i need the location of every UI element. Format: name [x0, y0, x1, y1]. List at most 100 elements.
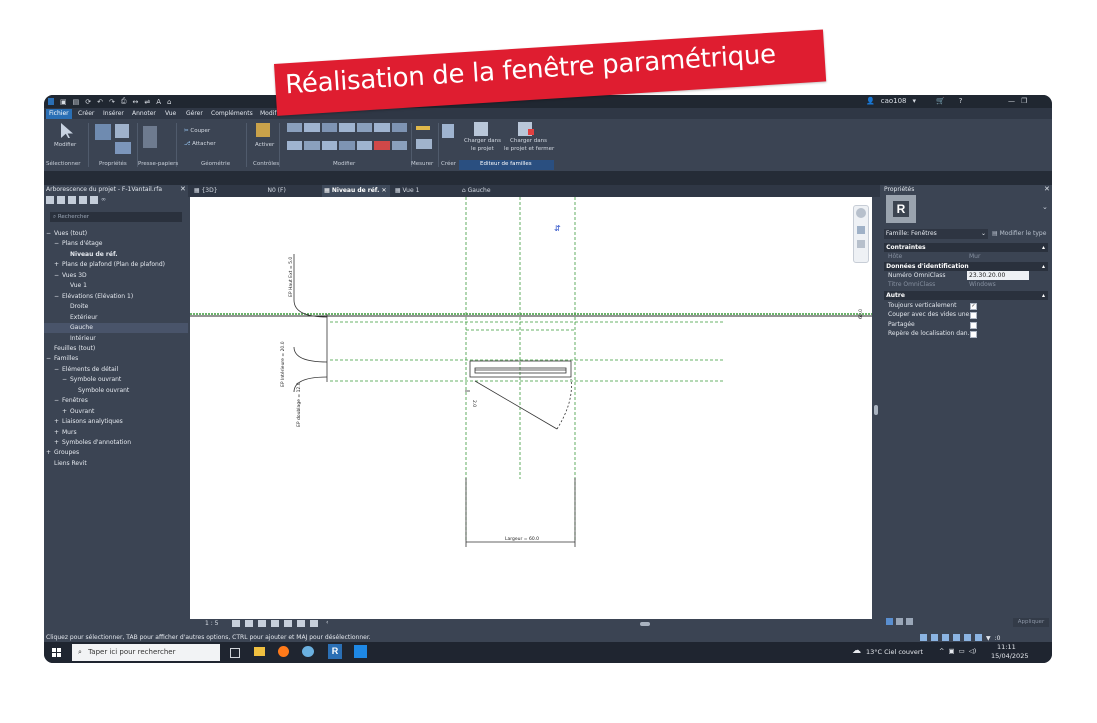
chevron-up-icon[interactable]: ^ — [939, 647, 944, 655]
expand-icon[interactable]: + — [62, 407, 67, 417]
modify-cursor-icon[interactable] — [61, 123, 73, 138]
horizontal-scrollbar[interactable] — [640, 622, 650, 626]
user-name[interactable]: cao108 — [881, 97, 907, 105]
cart-icon[interactable]: 🛒 — [936, 97, 945, 105]
reveal-icon[interactable] — [310, 620, 318, 627]
collapse-icon[interactable]: ▴ — [1042, 262, 1045, 271]
tab-complements[interactable]: Compléments — [208, 109, 256, 119]
tab-creer[interactable]: Créer — [75, 109, 97, 119]
browser-item[interactable]: + Liaisons analytiques — [44, 417, 188, 427]
zoom-icon[interactable] — [857, 226, 865, 234]
close-icon[interactable]: ✕ — [1044, 185, 1050, 193]
dim-label-small[interactable]: 2.0 — [471, 400, 477, 407]
split-tool-icon[interactable] — [287, 141, 303, 150]
checkbox[interactable] — [970, 330, 977, 338]
help-icon[interactable]: ? — [959, 97, 963, 105]
zoom-region-icon[interactable] — [857, 240, 865, 248]
properties-tool-3-icon[interactable] — [906, 618, 913, 625]
browser-item[interactable]: Vue 1 — [44, 281, 188, 291]
scroll-left-icon[interactable]: ‹ — [326, 619, 328, 626]
select-links-icon[interactable] — [920, 634, 927, 641]
activer-button[interactable]: Activer — [255, 142, 274, 148]
rotate-tool-icon[interactable] — [374, 123, 390, 132]
select-by-face-icon[interactable] — [953, 634, 960, 641]
hide-icon[interactable] — [297, 620, 305, 627]
section-contraintes[interactable]: Contraintes ▴ — [884, 243, 1048, 252]
paste-icon[interactable] — [143, 126, 157, 148]
expand-icon[interactable]: + — [54, 260, 59, 270]
clock-date[interactable]: 15/04/2025 — [991, 652, 1028, 660]
tab-inserer[interactable]: Insérer — [100, 109, 127, 119]
scale-tool-icon[interactable] — [321, 141, 338, 150]
activate-controls-icon[interactable] — [256, 123, 270, 137]
array-tool-icon[interactable] — [304, 141, 320, 150]
align-icon[interactable]: ⇌ — [144, 98, 150, 106]
taskbar-search-input[interactable]: ⌕ Taper ici pour rechercher — [72, 644, 220, 661]
collapse-icon[interactable]: − — [46, 354, 51, 364]
zoom-wheel-icon[interactable] — [856, 208, 866, 218]
restore-icon[interactable]: ❐ — [1021, 97, 1027, 105]
measure-tool-icon[interactable] — [416, 126, 430, 130]
properties-tool-2-icon[interactable] — [896, 618, 903, 625]
minimize-icon[interactable]: — — [1008, 97, 1015, 105]
expand-icon[interactable]: + — [54, 417, 59, 427]
browser-item[interactable]: + Murs — [44, 428, 188, 438]
scale-label[interactable]: 1 : 5 — [205, 620, 218, 627]
edit-type-button[interactable]: ▤ Modifier le type — [992, 229, 1050, 239]
undo-icon[interactable]: ↶ — [97, 98, 103, 106]
browser-item[interactable]: Feuilles (tout) — [44, 344, 188, 354]
extend-tool-icon[interactable] — [391, 141, 407, 150]
view-tab-gauche[interactable]: ⌂ Gauche — [460, 185, 530, 197]
revit-taskbar-icon[interactable]: R — [328, 644, 342, 659]
align-tool-icon[interactable] — [287, 123, 303, 132]
collapse-icon[interactable]: − — [54, 292, 59, 302]
browser-item[interactable]: − Eléments de détail — [44, 365, 188, 375]
browser-item[interactable]: − Plans d'étage — [44, 239, 188, 249]
dim-label-right[interactable]: 60.0 — [858, 309, 864, 319]
trim-tool-icon[interactable] — [391, 123, 407, 132]
view-tab-niveau-ref[interactable]: ▦ Niveau de réf. ✕ — [322, 185, 390, 197]
checkbox[interactable] — [970, 312, 977, 320]
browser-tool-2-icon[interactable] — [57, 196, 65, 204]
apply-button[interactable]: Appliquer — [1013, 618, 1049, 627]
browser-item[interactable]: Niveau de réf. — [44, 250, 188, 260]
collapse-icon[interactable]: ▴ — [1042, 291, 1045, 300]
load-into-project-label[interactable]: Charger dans — [464, 138, 501, 144]
unpin-tool-icon[interactable] — [356, 141, 373, 150]
collapse-icon[interactable]: − — [54, 239, 59, 249]
shadows-icon[interactable] — [271, 620, 279, 627]
detail-level-icon[interactable] — [232, 620, 240, 627]
collapse-icon[interactable]: ▴ — [1042, 243, 1045, 252]
browser-search-input[interactable]: ⌕ Rechercher — [50, 212, 182, 222]
type-selector-chevron-icon[interactable]: ⌄ — [1042, 203, 1048, 211]
flip-arrows-icon[interactable]: ⇵ — [554, 224, 561, 233]
file-explorer-icon[interactable] — [254, 647, 265, 656]
browser-item[interactable]: + Groupes — [44, 448, 188, 458]
browser-item[interactable]: Liens Revit — [44, 459, 188, 469]
load-and-close-label[interactable]: Charger dans — [510, 138, 547, 144]
delete-tool-icon[interactable] — [374, 141, 390, 150]
tab-vue[interactable]: Vue — [162, 109, 179, 119]
expand-icon[interactable]: + — [54, 438, 59, 448]
move-tool-icon[interactable] — [339, 123, 355, 132]
section-donnees[interactable]: Données d'identification ▴ — [884, 262, 1048, 271]
weather-icon[interactable]: ☁ — [852, 646, 861, 656]
sync-icon[interactable]: ⟳ — [85, 98, 91, 106]
pin-tool-icon[interactable] — [339, 141, 355, 150]
measure-icon[interactable]: ↔ — [132, 98, 138, 106]
volume-icon[interactable]: ◁) — [969, 647, 977, 655]
checkbox[interactable] — [970, 321, 977, 329]
panel-label-selectionner[interactable]: Sélectionner — [46, 161, 80, 167]
couper-button[interactable]: ✂ Couper — [184, 128, 210, 134]
type-properties-icon[interactable] — [115, 124, 129, 138]
background-process-icon[interactable] — [975, 634, 982, 641]
weather-text[interactable]: 13°C Ciel couvert — [866, 648, 923, 656]
expand-icon[interactable]: + — [54, 428, 59, 438]
text-icon[interactable]: A — [156, 98, 161, 106]
display-icon[interactable]: ▭ — [959, 647, 965, 655]
collapse-icon[interactable]: − — [46, 229, 51, 239]
close-tab-icon[interactable]: ✕ — [381, 187, 386, 194]
select-underlay-icon[interactable] — [931, 634, 938, 641]
browser-item[interactable]: Extérieur — [44, 313, 188, 323]
expand-icon[interactable]: + — [46, 448, 51, 458]
